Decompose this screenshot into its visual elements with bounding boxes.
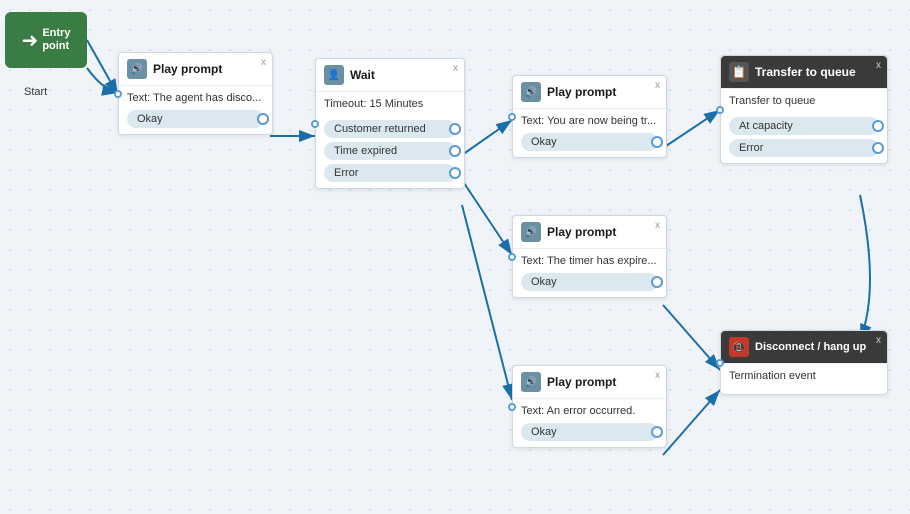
transfer-to-queue-card[interactable]: 📋 Transfer to queue x Transfer to queue …	[720, 55, 888, 164]
play-prompt-3-close[interactable]: x	[655, 220, 660, 231]
speaker-icon-2: 🔊	[521, 82, 541, 102]
transfer-body-text: Transfer to queue	[729, 95, 879, 107]
play-prompt-3-input-port	[508, 253, 516, 261]
wait-icon: 👤	[324, 65, 344, 85]
disconnect-close[interactable]: x	[876, 335, 881, 346]
wait-output-error[interactable]: Error	[324, 164, 456, 182]
wait-input-port	[311, 120, 319, 128]
disconnect-input-port	[716, 359, 724, 367]
speaker-icon-1: 🔊	[127, 59, 147, 79]
disconnect-header-bar: 📵 Disconnect / hang up x	[721, 331, 887, 364]
play-prompt-1-close[interactable]: x	[261, 57, 266, 68]
play-prompt-4-header: 🔊 Play prompt x	[513, 366, 666, 399]
disconnect-termination-text: Termination event	[729, 370, 879, 382]
wait-timeout-text: Timeout: 15 Minutes	[324, 98, 456, 110]
play-prompt-1-body: Text: The agent has disco... Okay	[119, 86, 272, 134]
play-prompt-1-text: Text: The agent has disco...	[127, 92, 264, 104]
play-prompt-3-title: Play prompt	[547, 225, 658, 239]
start-label: Start	[24, 86, 47, 98]
play-prompt-2-output-okay[interactable]: Okay	[521, 133, 658, 151]
play-prompt-2-text: Text: You are now being tr...	[521, 115, 658, 127]
play-prompt-1-card[interactable]: 🔊 Play prompt x Text: The agent has disc…	[118, 52, 273, 135]
transfer-output-capacity[interactable]: At capacity	[729, 117, 879, 135]
play-prompt-2-input-port	[508, 113, 516, 121]
speaker-icon-4: 🔊	[521, 372, 541, 392]
play-prompt-4-input-port	[508, 403, 516, 411]
wait-card[interactable]: 👤 Wait x Timeout: 15 Minutes Customer re…	[315, 58, 465, 189]
entry-arrow-icon: ➜	[22, 28, 39, 53]
play-prompt-2-header: 🔊 Play prompt x	[513, 76, 666, 109]
transfer-output-error[interactable]: Error	[729, 139, 879, 157]
play-prompt-4-body: Text: An error occurred. Okay	[513, 399, 666, 447]
disconnect-card[interactable]: 📵 Disconnect / hang up x Termination eve…	[720, 330, 888, 395]
wait-title: Wait	[350, 68, 456, 82]
play-prompt-2-title: Play prompt	[547, 85, 658, 99]
play-prompt-1-output-okay[interactable]: Okay	[127, 110, 264, 128]
speaker-icon-3: 🔊	[521, 222, 541, 242]
play-prompt-4-close[interactable]: x	[655, 370, 660, 381]
transfer-title: Transfer to queue	[755, 65, 879, 79]
transfer-header: 📋 Transfer to queue x	[721, 56, 887, 89]
wait-output-returned[interactable]: Customer returned	[324, 120, 456, 138]
play-prompt-3-text: Text: The timer has expire...	[521, 255, 658, 267]
play-prompt-1-input-port	[114, 90, 122, 98]
disconnect-icon: 📵	[729, 337, 749, 357]
play-prompt-4-card[interactable]: 🔊 Play prompt x Text: An error occurred.…	[512, 365, 667, 448]
play-prompt-3-header: 🔊 Play prompt x	[513, 216, 666, 249]
wait-output-expired[interactable]: Time expired	[324, 142, 456, 160]
play-prompt-3-output-okay[interactable]: Okay	[521, 273, 658, 291]
disconnect-body: Termination event	[721, 364, 887, 394]
transfer-input-port	[716, 106, 724, 114]
play-prompt-1-title: Play prompt	[153, 62, 264, 76]
entry-point-node[interactable]: ➜ Entry point	[5, 12, 87, 68]
play-prompt-2-card[interactable]: 🔊 Play prompt x Text: You are now being …	[512, 75, 667, 158]
play-prompt-4-output-okay[interactable]: Okay	[521, 423, 658, 441]
play-prompt-3-card[interactable]: 🔊 Play prompt x Text: The timer has expi…	[512, 215, 667, 298]
flow-canvas: ➜ Entry point Start 🔊 Play prompt x Text…	[0, 0, 910, 514]
transfer-body: Transfer to queue At capacity Error	[721, 89, 887, 163]
disconnect-title: Disconnect / hang up	[755, 341, 879, 353]
wait-close[interactable]: x	[453, 63, 458, 74]
play-prompt-4-title: Play prompt	[547, 375, 658, 389]
play-prompt-4-text: Text: An error occurred.	[521, 405, 658, 417]
play-prompt-3-body: Text: The timer has expire... Okay	[513, 249, 666, 297]
play-prompt-1-header: 🔊 Play prompt x	[119, 53, 272, 86]
wait-body: Timeout: 15 Minutes Customer returned Ti…	[316, 92, 464, 188]
play-prompt-2-close[interactable]: x	[655, 80, 660, 91]
transfer-icon: 📋	[729, 62, 749, 82]
entry-point-label: Entry point	[42, 27, 70, 53]
wait-header: 👤 Wait x	[316, 59, 464, 92]
transfer-close[interactable]: x	[876, 60, 881, 71]
play-prompt-2-body: Text: You are now being tr... Okay	[513, 109, 666, 157]
